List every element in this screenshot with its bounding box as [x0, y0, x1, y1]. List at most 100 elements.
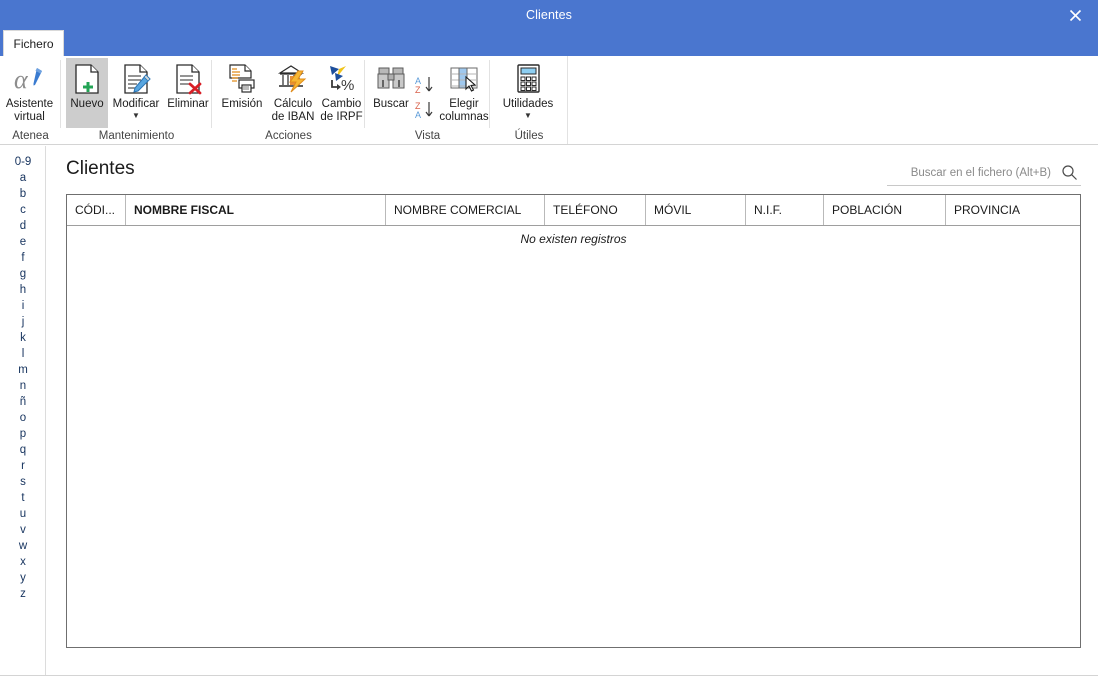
application-window: Clientes Fichero α Asistente virtual Ate… [0, 0, 1098, 679]
ribbon-button-modificar[interactable]: Modificar ▼ [110, 58, 162, 120]
alpha-index-t[interactable]: t [0, 490, 46, 506]
grid-column-header[interactable]: NOMBRE COMERCIAL [386, 195, 545, 225]
ribbon-button-nuevo-label: Nuevo [70, 98, 104, 110]
alpha-index-h[interactable]: h [0, 282, 46, 298]
alpha-index-o[interactable]: o [0, 410, 46, 426]
alphabet-index-sidebar: 0-9 a b c d e f g h i j k l m n ñ o p q r s t u v w x y z [0, 146, 46, 675]
alpha-index-c[interactable]: c [0, 202, 46, 218]
ribbon-button-emision-label: Emisión [221, 98, 263, 110]
ribbon-button-asistente-virtual[interactable]: α Asistente virtual [0, 58, 59, 124]
ribbon-button-eliminar[interactable]: Eliminar [164, 58, 212, 111]
alpha-index-z[interactable]: z [0, 586, 46, 602]
ribbon-button-utilidades-label: Utilidades [502, 98, 554, 110]
alpha-index-x[interactable]: x [0, 554, 46, 570]
percent-arrow-icon: % [326, 62, 358, 96]
ribbon-group-acciones: Emisión Cálculo de IBAN % Cambio de IRPF… [212, 56, 365, 144]
page-title: Clientes [66, 158, 135, 179]
svg-text:%: % [341, 77, 354, 94]
alpha-index-q[interactable]: q [0, 442, 46, 458]
alpha-index-a[interactable]: a [0, 170, 46, 186]
alpha-pen-icon: α [13, 62, 47, 96]
ribbon-button-utilidades[interactable]: Utilidades ▼ [494, 58, 562, 120]
search-icon [1061, 165, 1077, 180]
ribbon-group-vista-label: Vista [414, 130, 441, 142]
main-content: Clientes CÓDI...NOMBRE FISCALNOMBRE COME… [47, 146, 1098, 675]
grid-column-header[interactable]: TELÉFONO [545, 195, 646, 225]
document-delete-icon [173, 62, 203, 96]
binoculars-icon [375, 62, 407, 96]
grid-column-header[interactable]: NOMBRE FISCAL [126, 195, 386, 225]
alpha-index-m[interactable]: m [0, 362, 46, 378]
ribbon-group-acciones-label: Acciones [265, 130, 312, 142]
ribbon-button-orden-descendente[interactable]: Z A [414, 89, 438, 127]
ribbon-tab-strip: Fichero [0, 30, 1098, 56]
grid-column-header[interactable]: PROVINCIA [946, 195, 1080, 225]
alpha-index-j[interactable]: j [0, 314, 46, 330]
close-button[interactable] [1052, 0, 1098, 30]
alpha-index-r[interactable]: r [0, 458, 46, 474]
ribbon-group-utiles: Utilidades ▼ Útiles [490, 56, 568, 144]
search-button[interactable] [1057, 164, 1081, 181]
grid-column-header[interactable]: POBLACIÓN [824, 195, 946, 225]
ribbon-button-buscar[interactable]: Buscar [369, 58, 413, 111]
alpha-index-s[interactable]: s [0, 474, 46, 490]
alpha-index-e[interactable]: e [0, 234, 46, 250]
ribbon-group-utiles-label: Útiles [514, 130, 544, 142]
document-printer-icon [227, 62, 257, 96]
ribbon-button-cambio-de-irpf-label: Cambio de IRPF [320, 98, 363, 123]
search-box [887, 160, 1081, 186]
window-title: Clientes [526, 8, 572, 22]
ribbon-button-nuevo[interactable]: Nuevo [66, 58, 108, 128]
alpha-index-f[interactable]: f [0, 250, 46, 266]
bank-lightning-icon [276, 62, 310, 96]
alpha-index-w[interactable]: w [0, 538, 46, 554]
empty-state-message: No existen registros [520, 232, 627, 246]
chevron-down-icon[interactable]: ▼ [132, 112, 140, 120]
alpha-index-n[interactable]: n [0, 378, 46, 394]
ribbon-content: α Asistente virtual Atenea Nuevo Modific… [0, 56, 568, 144]
grid-column-header[interactable]: MÓVIL [646, 195, 746, 225]
new-document-plus-icon [72, 62, 102, 96]
alpha-index-digits[interactable]: 0-9 [0, 154, 46, 170]
status-bar [0, 675, 1098, 679]
svg-text:α: α [14, 65, 29, 94]
alpha-index-v[interactable]: v [0, 522, 46, 538]
close-icon [1069, 9, 1081, 21]
alpha-index-g[interactable]: g [0, 266, 46, 282]
grid-header-row: CÓDI... NOMBRE FISCAL NOMBRE COMERCIAL TELÉ… [67, 195, 1080, 226]
alpha-index-k[interactable]: k [0, 330, 46, 346]
choose-columns-icon [448, 62, 480, 96]
ribbon-button-calculo-de-iban-label: Cálculo de IBAN [271, 98, 315, 123]
ribbon-button-eliminar-label: Eliminar [167, 98, 209, 110]
tab-fichero-label: Fichero [13, 36, 54, 51]
ribbon-button-calculo-de-iban[interactable]: Cálculo de IBAN [269, 58, 317, 124]
search-input[interactable] [887, 165, 1057, 180]
alpha-index-ñ[interactable]: ñ [0, 394, 46, 410]
ribbon-button-elegir-columnas[interactable]: Elegir columnas [439, 58, 489, 124]
alpha-index-b[interactable]: b [0, 186, 46, 202]
group-separator [567, 60, 568, 128]
alpha-index-i[interactable]: i [0, 298, 46, 314]
grid-body: No existen registros [67, 226, 1080, 647]
alpha-index-u[interactable]: u [0, 506, 46, 522]
calculator-icon [514, 62, 542, 96]
alpha-index-p[interactable]: p [0, 426, 46, 442]
ribbon-button-buscar-label: Buscar [373, 98, 409, 110]
ribbon-group-atenea-label: Atenea [12, 130, 49, 142]
alpha-index-l[interactable]: l [0, 346, 46, 362]
document-pencil-icon [121, 62, 151, 96]
ribbon-button-elegir-columnas-label: Elegir columnas [439, 98, 489, 123]
ribbon-group-mantenimiento: Nuevo Modificar ▼ Eliminar Mantenimiento [61, 56, 212, 144]
tab-fichero[interactable]: Fichero [3, 30, 64, 56]
alpha-index-d[interactable]: d [0, 218, 46, 234]
alpha-index-y[interactable]: y [0, 570, 46, 586]
ribbon-group-mantenimiento-label: Mantenimiento [98, 130, 175, 142]
chevron-down-icon[interactable]: ▼ [524, 112, 532, 120]
ribbon-button-cambio-de-irpf[interactable]: % Cambio de IRPF [318, 58, 365, 124]
ribbon-group-vista: Buscar A Z Z A Elegir columnas Vista [365, 56, 490, 144]
grid-column-header[interactable]: N.I.F. [746, 195, 824, 225]
sort-za-icon: Z A [414, 93, 438, 127]
ribbon-button-emision[interactable]: Emisión [216, 58, 268, 111]
ribbon: α Asistente virtual Atenea Nuevo Modific… [0, 56, 1098, 145]
grid-column-header[interactable]: CÓDI... [67, 195, 126, 225]
